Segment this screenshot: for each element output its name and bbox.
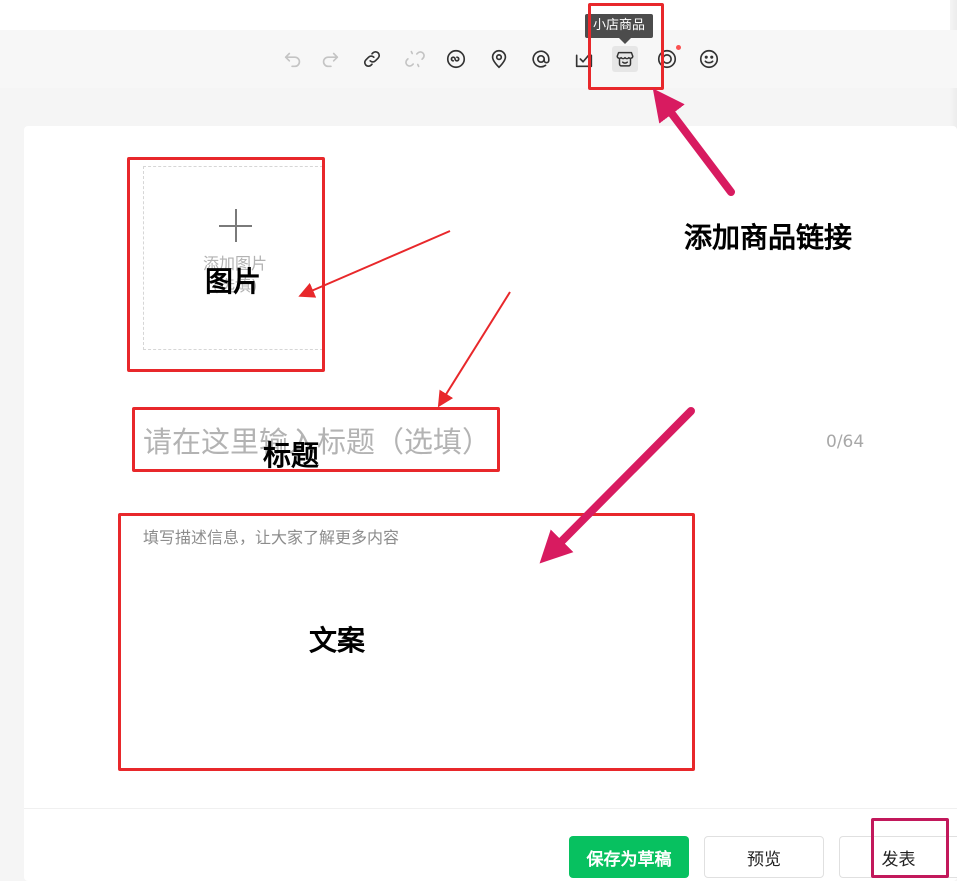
annotation-label-image: 图片 bbox=[205, 265, 262, 298]
link-icon[interactable] bbox=[359, 46, 385, 72]
topic-icon[interactable] bbox=[654, 46, 680, 72]
description-input[interactable] bbox=[143, 524, 663, 754]
location-icon[interactable] bbox=[486, 46, 512, 72]
emoji-icon[interactable] bbox=[696, 46, 722, 72]
preview-button[interactable]: 预览 bbox=[704, 836, 824, 878]
tooltip: 小店商品 bbox=[585, 14, 654, 38]
annotation-label-add-product-link: 添加商品链接 bbox=[684, 221, 853, 254]
publish-button[interactable]: 发表 bbox=[839, 836, 957, 878]
annotation-label-copy: 文案 bbox=[309, 624, 366, 657]
title-char-counter: 0/64 bbox=[826, 432, 865, 452]
unlink-icon[interactable] bbox=[402, 46, 428, 72]
mention-icon[interactable] bbox=[528, 46, 554, 72]
tooltip-pointer bbox=[619, 38, 631, 44]
mini-program-icon[interactable] bbox=[443, 46, 469, 72]
shop-product-icon[interactable] bbox=[612, 46, 638, 72]
annotation-label-title: 标题 bbox=[263, 439, 320, 472]
title-input[interactable] bbox=[143, 420, 803, 464]
vote-icon[interactable] bbox=[571, 46, 597, 72]
redo-icon[interactable] bbox=[317, 46, 343, 72]
notification-dot bbox=[676, 45, 681, 50]
save-draft-button[interactable]: 保存为草稿 bbox=[569, 836, 689, 878]
editor-toolbar bbox=[0, 30, 957, 88]
undo-icon[interactable] bbox=[280, 46, 306, 72]
footer-divider bbox=[24, 808, 957, 809]
plus-icon-vertical bbox=[235, 209, 237, 242]
top-bar bbox=[0, 0, 957, 30]
